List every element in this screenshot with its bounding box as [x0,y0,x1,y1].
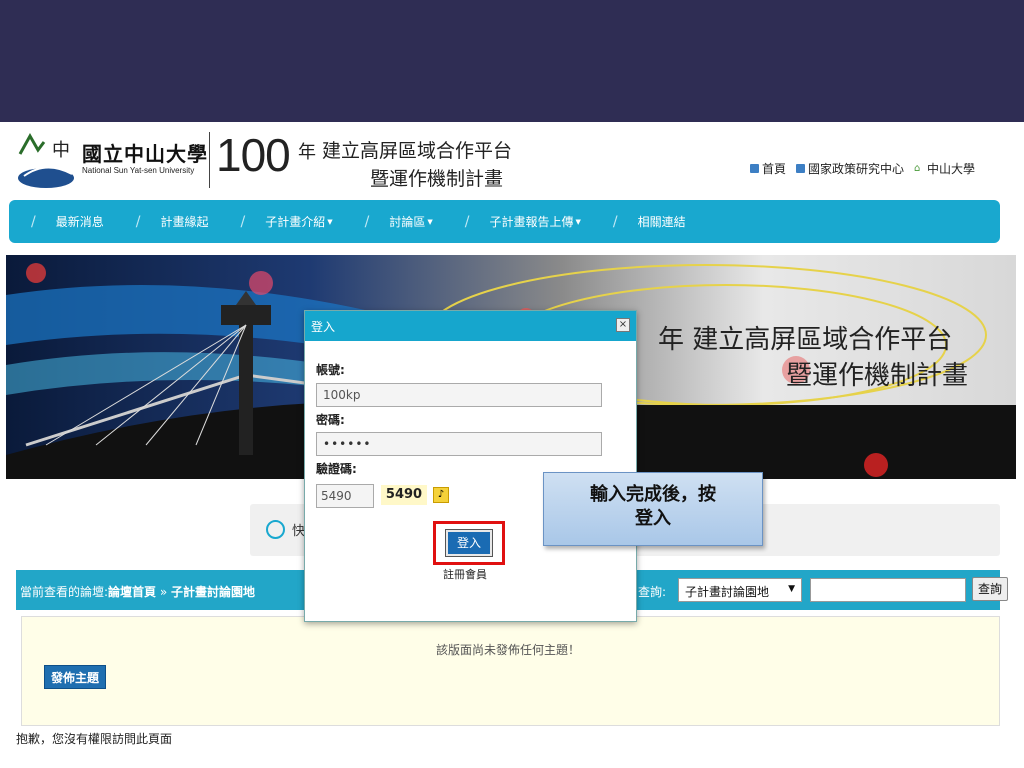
captcha-input[interactable]: 5490 [316,484,374,508]
login-dialog: 登入 × 帳號: 100kp 密碼: •••••• 驗證碼: 5490 5490… [304,310,637,622]
project-year-word: 年 [298,142,316,163]
screenshot-area: 中 國立中山大學 National Sun Yat-sen University… [6,122,1024,768]
caret-down-icon: ▼ [575,217,581,226]
empty-topic-message: 該版面尚未發佈任何主題！ [436,643,581,657]
university-english-name: National Sun Yat-sen University [82,166,195,175]
search-label: 查詢: [638,585,667,599]
instruction-callout: 輸入完成後，按 登入 [543,472,763,546]
project-title-line2: 暨運作機制計畫 [370,168,504,190]
callout-line2: 登入 [635,508,671,529]
search-input[interactable] [810,578,966,602]
main-nav: / 最新消息 / 計畫緣起 / 子計畫介紹 ▼ / 討論區 ▼ / 子計畫報告上傳 ▼ / 相關連… [9,200,1000,243]
login-button-highlight: 登入 [433,521,505,565]
close-icon[interactable]: × [616,318,630,332]
login-dialog-title: 登入 [311,320,336,334]
breadcrumb-home-link[interactable]: 論壇首頁 [108,585,156,599]
caret-down-icon: ▼ [427,217,433,226]
nav-item-links[interactable]: / 相關連結 [613,213,686,230]
svg-text:中: 中 [52,140,70,161]
refresh-icon[interactable] [266,520,285,539]
university-logo-icon: 中 [18,132,74,188]
square-bullet-icon [750,164,759,173]
project-title-line1: 建立高屏區域合作平台 [322,140,513,162]
nav-item-subprojects[interactable]: / 子計畫介紹 ▼ [240,213,332,230]
dropdown-arrow-icon: ▼ [788,584,795,594]
callout-line1: 輸入完成後，按 [590,484,716,505]
house-icon: ⌂ [914,162,921,174]
slide-top-band [0,0,1024,122]
nav-item-forum[interactable]: / 討論區 ▼ [365,213,433,230]
project-year-number: 100 [216,129,291,181]
top-link-home[interactable]: 首頁 [750,160,786,177]
search-button[interactable]: 查詢 [972,577,1008,601]
caret-down-icon: ▼ [327,217,333,226]
banner-title-line2: 暨運作機制計畫 [786,361,969,391]
password-input[interactable]: •••••• [316,432,602,456]
register-link[interactable]: 註冊會員 [443,566,487,582]
no-permission-message: 抱歉，您沒有權限訪問此頁面 [16,732,173,746]
breadcrumb: 當前查看的論壇:論壇首頁 » 子計畫討論園地 [20,585,256,599]
login-button[interactable]: 登入 [445,529,493,557]
nav-item-news[interactable]: / 最新消息 [31,213,104,230]
search-scope-select[interactable]: 子計畫討論園地 ▼ [678,578,802,602]
nav-item-origin[interactable]: / 計畫緣起 [136,213,209,230]
captcha-image: 5490 [381,485,427,505]
top-link-policy-center[interactable]: 國家政策研究中心 [796,160,904,177]
topic-list-box: 該版面尚未發佈任何主題！ 發佈主題 [21,616,1000,726]
breadcrumb-current: 子計畫討論園地 [171,585,256,599]
header-divider [209,132,210,188]
speaker-icon[interactable]: ♪ [433,487,449,503]
post-topic-button[interactable]: 發佈主題 [44,665,106,689]
account-input[interactable]: 100kp [316,383,602,407]
login-dialog-header: 登入 × [305,311,636,341]
top-link-nsysu[interactable]: ⌂ 中山大學 [914,160,975,177]
top-links: 首頁 國家政策研究中心 ⌂ 中山大學 [750,160,975,177]
password-label: 密碼: [316,413,345,427]
banner-title-line1: 年 建立高屏區域合作平台 [658,325,953,355]
account-label: 帳號: [316,363,345,377]
university-name: 國立中山大學 [82,142,208,166]
captcha-label: 驗證碼: [316,462,357,476]
square-bullet-icon [796,164,806,173]
nav-item-report-upload[interactable]: / 子計畫報告上傳 ▼ [465,213,581,230]
